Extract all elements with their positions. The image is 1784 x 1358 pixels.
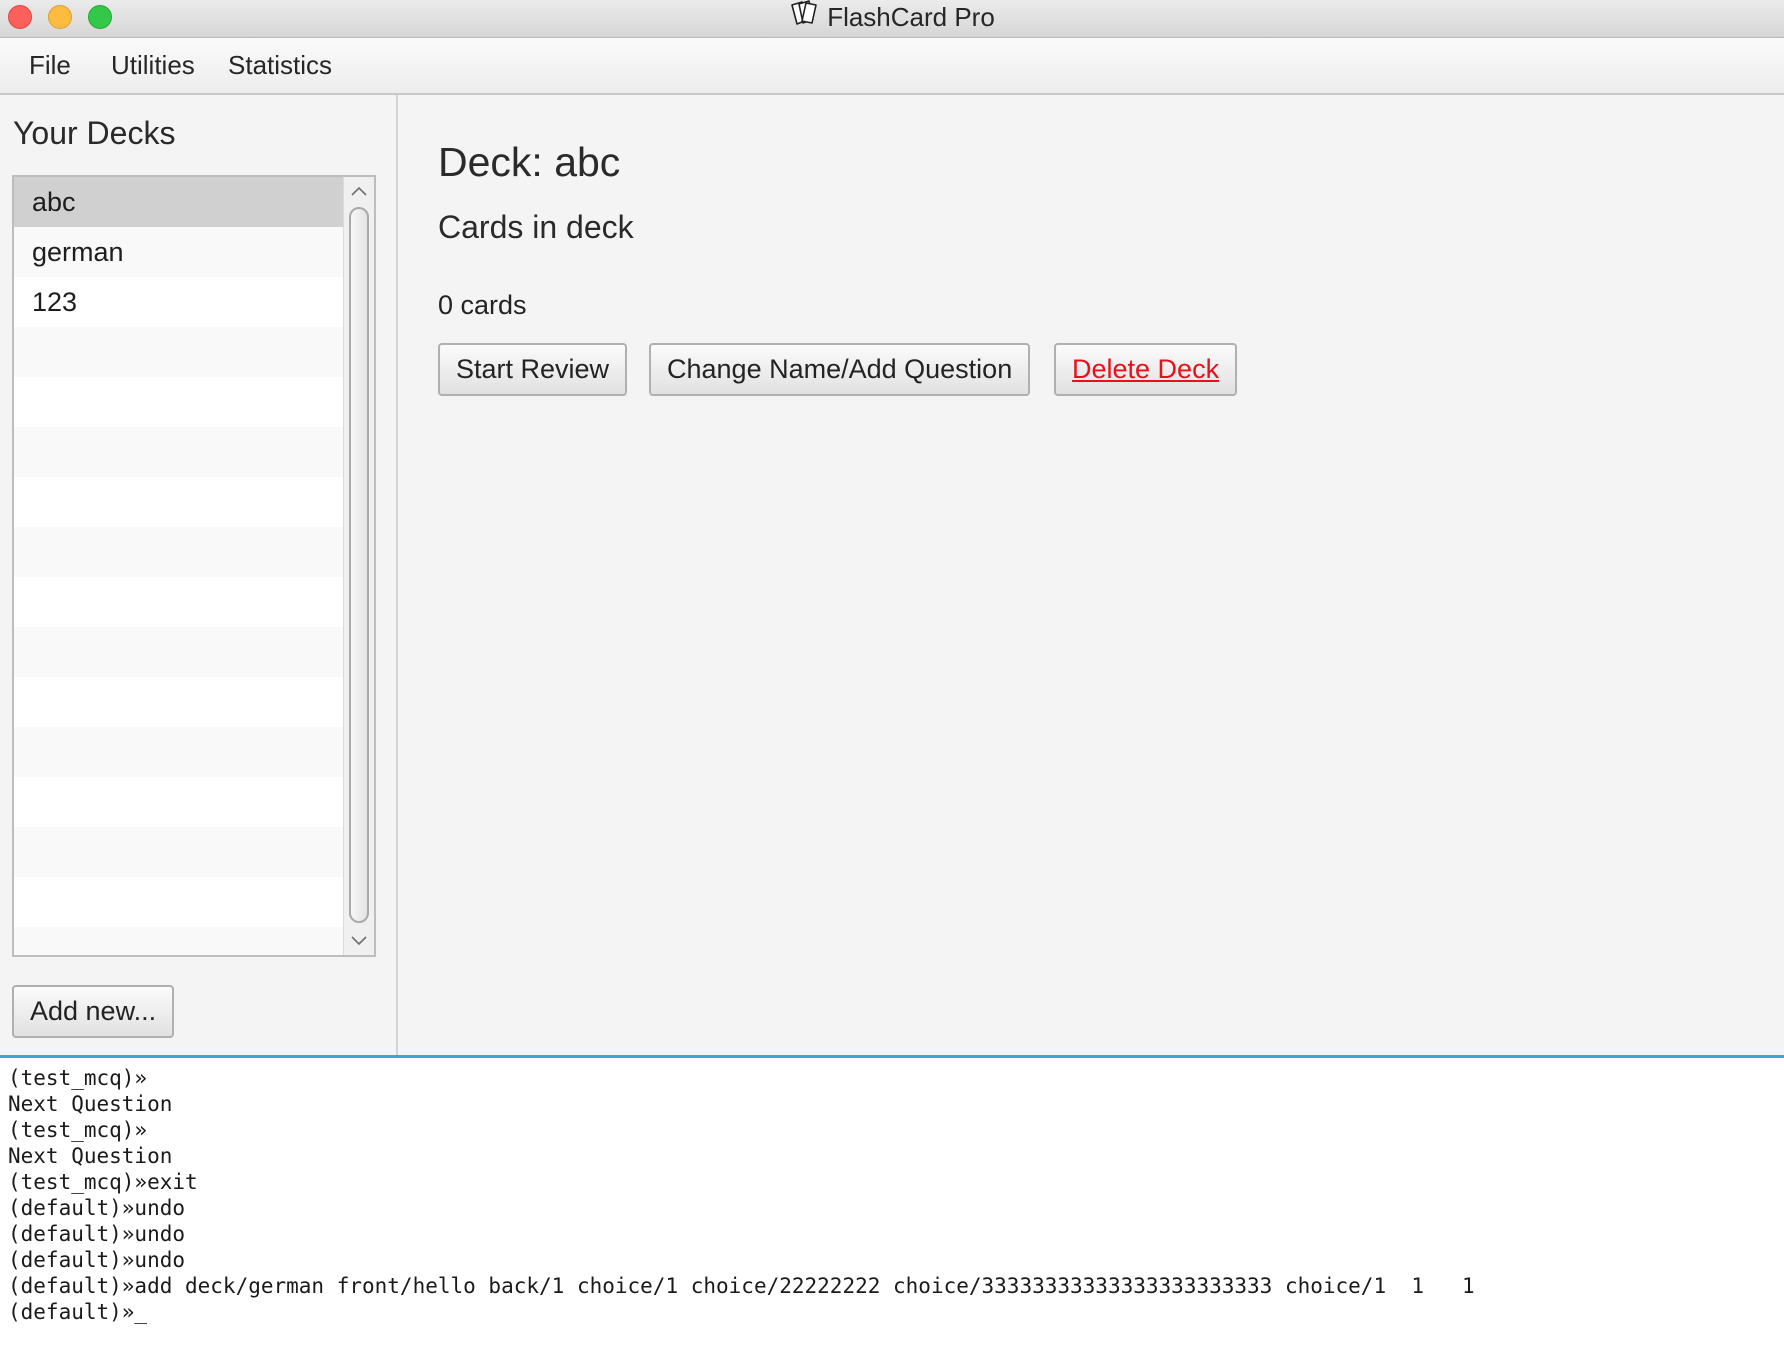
empty-list-row [14,327,344,377]
flashcards-icon [789,0,819,35]
empty-list-row [14,527,344,577]
console-line: (default)»add deck/german front/hello ba… [8,1274,1475,1298]
chevron-up-icon[interactable] [344,177,374,205]
window-title-wrap: FlashCard Pro [0,0,1784,37]
deck-list-item[interactable]: abc [14,177,344,227]
empty-list-row [14,577,344,627]
deck-list[interactable]: abc german 123 [12,175,376,957]
deck-list-item[interactable]: 123 [14,277,344,327]
empty-list-row [14,877,344,927]
scrollbar-thumb[interactable] [349,207,369,923]
command-console[interactable]: (test_mcq)» Next Question (test_mcq)» Ne… [0,1058,1784,1358]
menu-statistics[interactable]: Statistics [207,38,353,93]
decks-sidebar: Your Decks abc german 123 Add new... [0,95,398,1055]
console-line: (default)»undo [8,1196,186,1220]
deck-list-rows: abc german 123 [14,177,344,955]
menu-utilities[interactable]: Utilities [90,38,216,93]
console-line: (test_mcq)» [8,1066,148,1090]
empty-list-row [14,727,344,777]
title-bar[interactable]: FlashCard Pro [0,0,1784,38]
console-line: (default)»undo [8,1248,186,1272]
console-line: (default)»undo [8,1222,186,1246]
empty-list-row [14,427,344,477]
menu-bar: File Utilities Statistics [0,38,1784,95]
decks-heading: Your Decks [13,115,176,151]
cards-in-deck-heading: Cards in deck [438,209,634,245]
add-new-deck-button[interactable]: Add new... [12,985,175,1038]
app-window: FlashCard Pro File Utilities Statistics … [0,0,1784,1358]
empty-list-row [14,477,344,527]
menu-file[interactable]: File [8,38,92,93]
window-title: FlashCard Pro [827,2,995,32]
chevron-down-icon[interactable] [344,927,374,955]
deck-list-item[interactable]: german [14,227,344,277]
console-line: (test_mcq)»exit [8,1170,198,1194]
card-count: 0 cards [438,290,527,320]
change-name-add-question-button[interactable]: Change Name/Add Question [649,343,1031,396]
empty-list-row [14,377,344,427]
delete-deck-button[interactable]: Delete Deck [1054,343,1238,396]
deck-title: Deck: abc [438,139,621,185]
empty-list-row [14,777,344,827]
console-input-line[interactable]: (default)»_ [8,1299,1784,1325]
console-line: Next Question [8,1144,173,1168]
start-review-button[interactable]: Start Review [438,343,628,396]
deck-list-scrollbar[interactable] [343,177,374,955]
console-line: Next Question [8,1092,173,1116]
empty-list-row [14,827,344,877]
empty-list-row [14,627,344,677]
empty-list-row [14,677,344,727]
empty-list-row [14,927,344,955]
deck-detail-panel: Deck: abc Cards in deck 0 cards Start Re… [398,95,1784,1055]
console-line: (test_mcq)» [8,1118,148,1142]
